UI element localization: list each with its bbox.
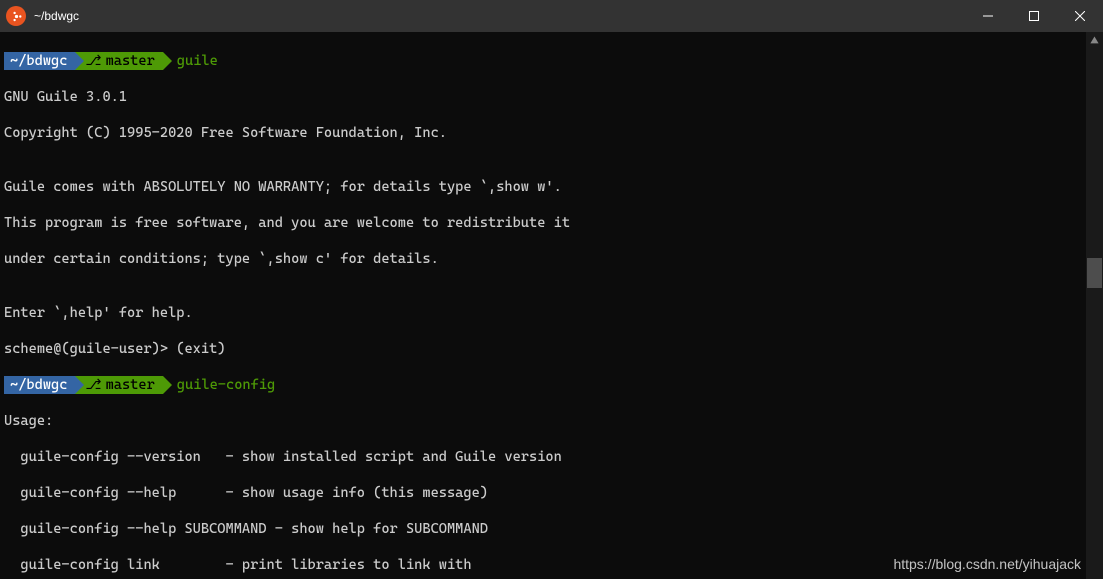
maximize-button[interactable] [1011, 0, 1057, 32]
watermark: https://blog.csdn.net/yihuajack [893, 555, 1081, 573]
prompt-path: ~/bdwgc [4, 52, 75, 70]
window-title: ~/bdwgc [34, 9, 965, 23]
close-button[interactable] [1057, 0, 1103, 32]
output-line: guile-config --help - show usage info (t… [4, 484, 1099, 502]
scrollbar[interactable]: ▲ [1086, 32, 1103, 579]
git-branch-icon: ⎇ [85, 53, 101, 69]
output-line: GNU Guile 3.0.1 [4, 88, 1099, 106]
output-line: scheme@(guile-user)> (exit) [4, 340, 1099, 358]
prompt-path: ~/bdwgc [4, 376, 75, 394]
terminal[interactable]: ~/bdwgc⎇masterguile GNU Guile 3.0.1 Copy… [0, 32, 1103, 579]
prompt-branch: ⎇master [75, 376, 162, 394]
output-line: Guile comes with ABSOLUTELY NO WARRANTY;… [4, 178, 1099, 196]
command-text: guile-config [177, 377, 275, 393]
scroll-up-icon[interactable]: ▲ [1086, 32, 1103, 49]
output-line: Enter `,help' for help. [4, 304, 1099, 322]
prompt-branch: ⎇master [75, 52, 162, 70]
scrollbar-thumb[interactable] [1087, 258, 1102, 288]
prompt-line: ~/bdwgc⎇master guile [4, 52, 1099, 70]
prompt-line: ~/bdwgc⎇master guile-config [4, 376, 1099, 394]
output-line: guile-config --help SUBCOMMAND - show he… [4, 520, 1099, 538]
command-text: guile [177, 53, 218, 69]
output-line: This program is free software, and you a… [4, 214, 1099, 232]
ubuntu-icon [6, 6, 26, 26]
git-branch-icon: ⎇ [85, 377, 101, 393]
output-line: Copyright (C) 1995-2020 Free Software Fo… [4, 124, 1099, 142]
titlebar: ~/bdwgc [0, 0, 1103, 32]
minimize-button[interactable] [965, 0, 1011, 32]
output-line: Usage: [4, 412, 1099, 430]
window-controls [965, 0, 1103, 32]
output-line: guile-config --version - show installed … [4, 448, 1099, 466]
output-line: under certain conditions; type `,show c'… [4, 250, 1099, 268]
